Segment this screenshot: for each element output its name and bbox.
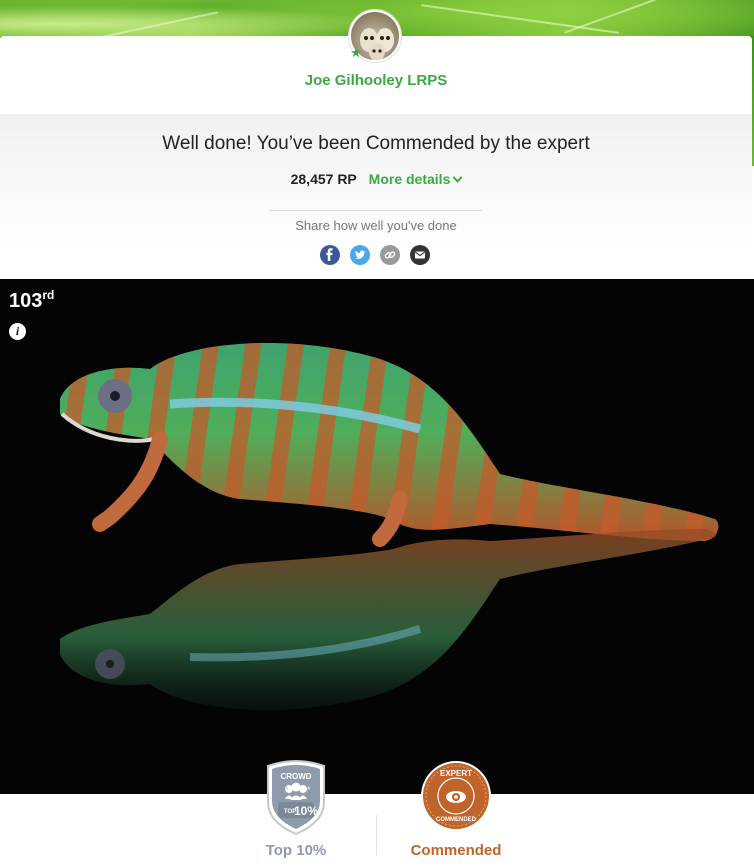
facebook-icon (326, 248, 333, 261)
twitter-share-button[interactable] (350, 245, 370, 265)
crowd-badge-title: CROWD (280, 772, 311, 781)
badge-divider (376, 815, 377, 855)
email-icon (414, 251, 426, 259)
info-icon[interactable]: i (9, 323, 26, 340)
copy-link-button[interactable] (380, 245, 400, 265)
crowd-shield-icon: CROWD ★ ★ TOP 10% (267, 760, 325, 836)
email-share-button[interactable] (410, 245, 430, 265)
facebook-share-button[interactable] (320, 245, 340, 265)
divider (269, 210, 482, 211)
rank-indicator: 103rd (9, 288, 55, 313)
crowd-badge-label: Top 10% (265, 842, 327, 859)
link-icon (384, 251, 396, 259)
more-details-link[interactable]: More details (368, 171, 463, 187)
points-value: 28,457 RP (290, 171, 357, 187)
rank-number: 103 (9, 290, 43, 312)
svg-text:★: ★ (284, 785, 289, 792)
crowd-badge[interactable]: CROWD ★ ★ TOP 10% (262, 758, 330, 836)
badges-bar (0, 794, 754, 866)
points-row: 28,457 RP More details (0, 171, 752, 187)
user-name[interactable]: Joe Gilhooley LRPS (0, 72, 752, 89)
svg-text:★: ★ (306, 785, 311, 792)
more-details-label: More details (368, 171, 451, 187)
expert-badge-ring-text: COMMENDED (436, 817, 477, 823)
crowd-badge-percent: 10% (294, 804, 318, 818)
expert-badge-title: EXPERT (440, 769, 472, 778)
expert-badge[interactable]: EXPERT COMMENDED (420, 760, 492, 832)
twitter-icon (355, 250, 366, 259)
chameleon-image (60, 342, 719, 711)
result-headline: Well done! You’ve been Commended by the … (162, 133, 590, 154)
expert-badge-label: Commended (410, 842, 502, 859)
rank-suffix: rd (42, 288, 55, 302)
share-buttons (320, 245, 432, 265)
star-badge-icon: ★ (350, 45, 362, 60)
share-prompt: Share how well you've done (295, 218, 457, 233)
expert-seal-icon: EXPERT COMMENDED (421, 761, 491, 831)
chevron-down-icon (452, 172, 463, 183)
entry-photo[interactable]: 103rd i (0, 279, 754, 794)
